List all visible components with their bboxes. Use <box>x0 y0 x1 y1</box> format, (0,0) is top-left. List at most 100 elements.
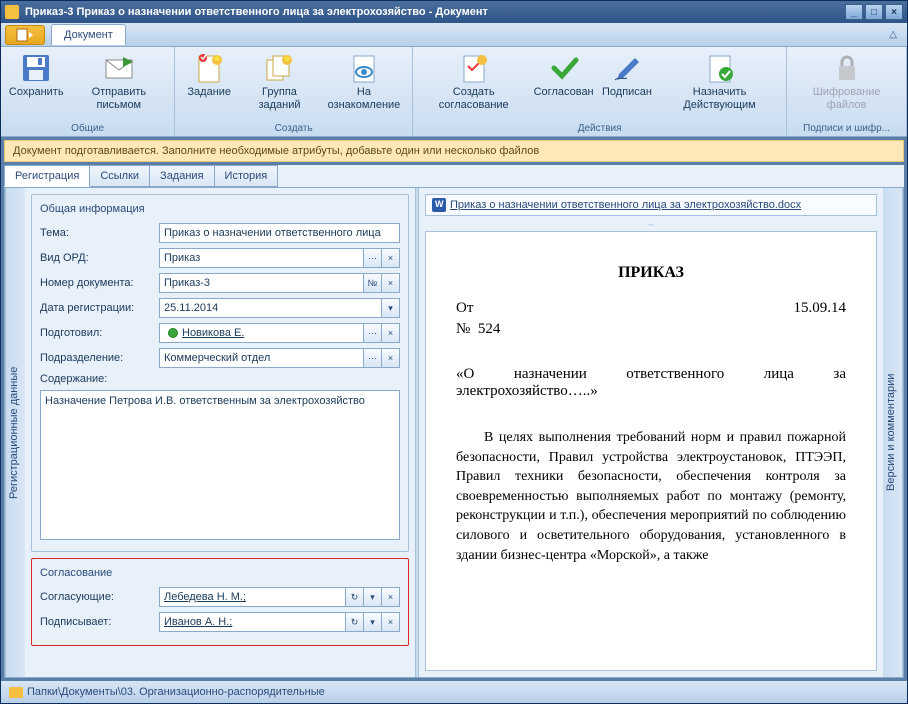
app-window: Приказ-3 Приказ о назначении ответственн… <box>0 0 908 704</box>
ribbon-group-actions-label: Действия <box>419 121 780 136</box>
approved-button[interactable]: Согласован <box>532 49 595 102</box>
drag-handle-icon[interactable]: ┄ <box>425 220 877 231</box>
doc-tabs: Регистрация Ссылки Задания История <box>4 165 904 188</box>
tab-registration[interactable]: Регистрация <box>4 165 90 187</box>
create-approval-icon <box>458 52 490 84</box>
content-textarea[interactable]: Назначение Петрова И.В. ответственным за… <box>40 390 400 540</box>
titlebar: Приказ-3 Приказ о назначении ответственн… <box>1 1 907 23</box>
tab-document[interactable]: Документ <box>51 24 126 45</box>
author-clear-button[interactable]: × <box>382 323 400 343</box>
ribbon-group-actions: Создать согласование Согласован Подписан… <box>413 47 787 136</box>
folder-icon <box>9 687 23 698</box>
doc-subject: «О назначении ответственного лица за эле… <box>456 366 846 400</box>
statusbar: Папки\Документы\03. Организационно-распо… <box>1 681 907 703</box>
save-icon <box>20 52 52 84</box>
dept-input[interactable] <box>159 348 364 368</box>
ribbon-group-sign-label: Подписи и шифр... <box>793 121 900 136</box>
task-group-button[interactable]: Группа заданий <box>241 49 317 115</box>
review-label: На ознакомление <box>328 86 401 112</box>
ribbon-group-common: Сохранить Отправить письмом Общие <box>1 47 175 136</box>
signer-clear-button[interactable]: × <box>382 612 400 632</box>
regdate-dropdown-button[interactable]: ▾ <box>382 298 400 318</box>
app-menu-button[interactable] <box>5 25 45 45</box>
mail-icon <box>103 52 135 84</box>
subject-input[interactable] <box>159 223 400 243</box>
author-value[interactable]: Новикова Е. <box>182 327 244 339</box>
task-group-label: Группа заданий <box>247 86 311 112</box>
info-bar: Документ подготавливается. Заполните нео… <box>4 140 904 162</box>
ribbon: Сохранить Отправить письмом Общие Задани… <box>1 47 907 137</box>
preview-file-link[interactable]: Приказ о назначении ответственного лица … <box>425 194 877 216</box>
form-panel: Общая информация Тема: Вид ОРД: ··· × Но… <box>25 188 415 677</box>
lock-icon <box>831 52 863 84</box>
app-icon <box>5 5 19 19</box>
doc-body: В целях выполнения требований норм и пра… <box>456 428 846 565</box>
minimize-button[interactable]: _ <box>845 4 863 20</box>
save-button[interactable]: Сохранить <box>7 49 65 102</box>
preview-panel: Приказ о назначении ответственного лица … <box>419 188 883 677</box>
assign-current-label: Назначить Действующим <box>665 86 774 112</box>
tab-history[interactable]: История <box>214 165 279 187</box>
docnum-input[interactable] <box>159 273 364 293</box>
approval-panel: Согласование Согласующие: ↻ ▾ × Подписыв… <box>31 558 409 646</box>
window-title: Приказ-3 Приказ о назначении ответственн… <box>25 6 845 18</box>
assign-current-icon <box>704 52 736 84</box>
approvers-dropdown-button[interactable]: ▾ <box>364 587 382 607</box>
create-approval-label: Создать согласование <box>425 86 522 112</box>
ribbon-group-create: Задание Группа заданий На ознакомление С… <box>175 47 413 136</box>
ord-type-label: Вид ОРД: <box>40 252 155 264</box>
task-button[interactable]: Задание <box>181 49 237 102</box>
signed-icon <box>611 52 643 84</box>
approvers-input[interactable] <box>159 587 346 607</box>
author-label: Подготовил: <box>40 327 155 339</box>
side-tab-registration-data[interactable]: Регистрационные данные <box>5 188 25 677</box>
maximize-button[interactable]: □ <box>865 4 883 20</box>
dept-clear-button[interactable]: × <box>382 348 400 368</box>
approvers-clear-button[interactable]: × <box>382 587 400 607</box>
approvers-refresh-button[interactable]: ↻ <box>346 587 364 607</box>
ribbon-group-create-label: Создать <box>181 121 406 136</box>
regdate-input[interactable] <box>159 298 382 318</box>
assign-current-button[interactable]: Назначить Действующим <box>659 49 780 115</box>
signer-input[interactable] <box>159 612 346 632</box>
review-button[interactable]: На ознакомление <box>322 49 406 115</box>
document-preview: ПРИКАЗ От 15.09.14 № 524 «О назначении о… <box>425 231 877 671</box>
close-button[interactable]: × <box>885 4 903 20</box>
docnum-label: Номер документа: <box>40 277 155 289</box>
task-group-icon <box>263 52 295 84</box>
ord-type-input[interactable] <box>159 248 364 268</box>
signed-label: Подписан <box>602 86 652 99</box>
ribbon-group-common-label: Общие <box>7 121 168 136</box>
tab-tasks[interactable]: Задания <box>149 165 214 187</box>
doc-date: 15.09.14 <box>794 300 847 317</box>
ord-type-browse-button[interactable]: ··· <box>364 248 382 268</box>
ord-type-clear-button[interactable]: × <box>382 248 400 268</box>
dept-label: Подразделение: <box>40 352 155 364</box>
main-area: Регистрационные данные Общая информация … <box>4 188 904 678</box>
docnum-number-button[interactable]: № <box>364 273 382 293</box>
send-mail-button[interactable]: Отправить письмом <box>69 49 168 115</box>
encrypt-button: Шифрование файлов <box>793 49 900 115</box>
tab-links[interactable]: Ссылки <box>89 165 150 187</box>
encrypt-label: Шифрование файлов <box>799 86 894 112</box>
app-menu-icon <box>16 28 34 42</box>
signed-button[interactable]: Подписан <box>599 49 655 102</box>
signer-dropdown-button[interactable]: ▾ <box>364 612 382 632</box>
side-tab-versions[interactable]: Версии и комментарии <box>883 188 903 677</box>
review-icon <box>348 52 380 84</box>
general-info-panel: Общая информация Тема: Вид ОРД: ··· × Но… <box>31 194 409 552</box>
collapse-ribbon-button[interactable]: △ <box>883 29 903 40</box>
signer-refresh-button[interactable]: ↻ <box>346 612 364 632</box>
save-label: Сохранить <box>9 86 64 99</box>
menu-strip: Документ △ <box>1 23 907 47</box>
dept-browse-button[interactable]: ··· <box>364 348 382 368</box>
regdate-label: Дата регистрации: <box>40 302 155 314</box>
create-approval-button[interactable]: Создать согласование <box>419 49 528 115</box>
status-path: Папки\Документы\03. Организационно-распо… <box>27 686 325 698</box>
approval-title: Согласование <box>40 567 400 579</box>
author-browse-button[interactable]: ··· <box>364 323 382 343</box>
docnum-clear-button[interactable]: × <box>382 273 400 293</box>
doc-number-label: № <box>456 321 470 337</box>
author-status-icon <box>168 328 178 338</box>
subject-label: Тема: <box>40 227 155 239</box>
